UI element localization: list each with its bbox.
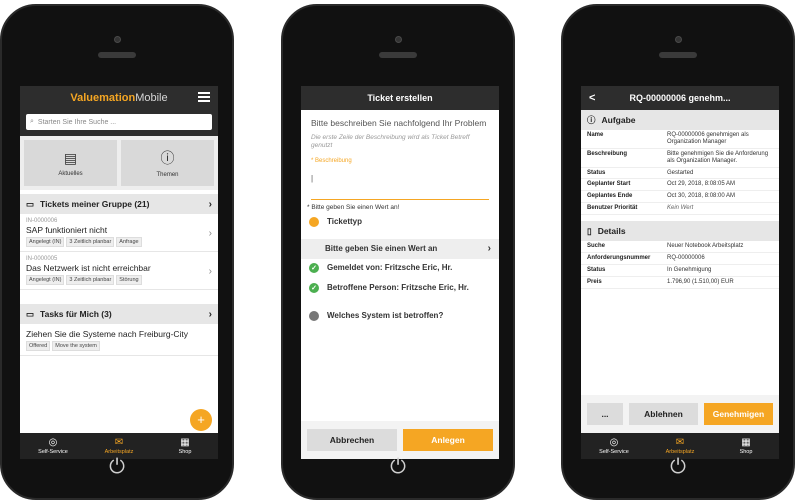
section-task-header: ⓘ Aufgabe [581, 110, 779, 130]
envelope-icon: ✉ [114, 437, 124, 448]
speaker [659, 52, 697, 58]
screen-home: ValuemationMobile ⌕ Starten Sie Ihre Suc… [20, 86, 218, 459]
form-prompt: Bitte beschreiben Sie nachfolgend Ihr Pr… [311, 118, 487, 128]
back-icon[interactable]: < [589, 92, 595, 104]
reject-button[interactable]: Ablehnen [629, 403, 698, 425]
action-bar: ... Ablehnen Genehmigen [581, 395, 779, 433]
validation-error: * Bitte geben Sie einen Wert an! [307, 203, 400, 211]
power-icon[interactable]: ⏻ [385, 454, 411, 480]
search-icon: ⌕ [30, 118, 34, 125]
chevron-right-icon: › [208, 308, 212, 320]
tile-aktuelles[interactable]: ▤ Aktuelles [24, 140, 117, 186]
chevron-right-icon: › [208, 198, 212, 210]
power-icon[interactable]: ⏻ [665, 454, 691, 480]
detail-row: Beschreibung Bitte genehmigen Sie die Anf… [581, 149, 779, 168]
app-header: ValuemationMobile [20, 86, 218, 110]
detail-row: Status Gestarted [581, 168, 779, 180]
menu-icon[interactable] [198, 92, 210, 102]
tag: Move the system [52, 341, 100, 351]
check-icon: ✓ [309, 282, 319, 293]
description-label: * Beschreibung [311, 157, 352, 164]
step-system[interactable]: Welches System ist betroffen? [301, 310, 499, 331]
camera [114, 36, 121, 43]
form-hint: Die erste Zeile der Beschreibung wird al… [311, 134, 470, 149]
step-pending-icon [309, 216, 319, 227]
detail-row: Benutzer Priorität Kein Wert [581, 203, 779, 216]
alert-icon: ⓘ [587, 115, 596, 125]
envelope-icon: ✉ [675, 437, 685, 448]
section-tasks-header[interactable]: ▭ Tasks für Mich (3) › [20, 304, 218, 324]
tag: Angelegt (IN) [26, 275, 65, 285]
speaker [98, 52, 136, 58]
tag: Störung [116, 275, 142, 285]
search-input[interactable]: ⌕ Starten Sie Ihre Suche ... [26, 114, 212, 130]
lifebuoy-icon: ◎ [609, 437, 619, 448]
section-tickets-header[interactable]: ▭ Tickets meiner Gruppe (21) › [20, 194, 218, 214]
cancel-button[interactable]: Abbrechen [307, 429, 397, 451]
nav-shop[interactable]: ▦ Shop [152, 433, 218, 459]
chevron-right-icon: › [208, 266, 212, 277]
task-item[interactable]: Ziehen Sie die Systeme nach Freiburg-Cit… [20, 324, 218, 356]
detail-row: Suche Neuer Notebook Arbeitsplatz [581, 241, 779, 254]
ticket-item[interactable]: IN-0000005 Das Netzwerk ist nicht erreic… [20, 252, 218, 290]
description-field[interactable]: | [311, 166, 489, 200]
phone-1: ValuemationMobile ⌕ Starten Sie Ihre Suc… [0, 4, 234, 500]
shop-icon: ▦ [741, 437, 751, 448]
app-header: < RQ-00000006 genehm... [581, 86, 779, 110]
add-button[interactable]: + [190, 409, 212, 431]
section-details-header: ▯ Details [581, 221, 779, 242]
ticket-item[interactable]: IN-0000006 SAP funktioniert nicht Angele… [20, 214, 218, 252]
page-title: RQ-00000006 genehm... [629, 93, 731, 103]
step-tickettyp: Tickettyp [301, 216, 499, 237]
detail-row: Name RQ-00000006 genehmigen als Organizat… [581, 130, 779, 149]
document-icon: ▯ [587, 225, 592, 236]
brand-logo: ValuemationMobile [70, 92, 168, 104]
chevron-right-icon: › [208, 228, 212, 239]
tag: 3 Zeitlich planbar [66, 275, 115, 285]
check-icon: ✓ [309, 262, 319, 273]
submit-button[interactable]: Anlegen [403, 429, 493, 451]
nav-self-service[interactable]: ◎ Self-Service [581, 433, 647, 459]
detail-row: Status In Genehmigung [581, 265, 779, 277]
detail-row: Geplanter Start Oct 29, 2018, 8:08:05 AM [581, 179, 779, 192]
newspaper-icon: ▤ [63, 149, 78, 166]
camera [675, 36, 682, 43]
screen-approval: < RQ-00000006 genehm... ⓘ Aufgabe Name RQ… [581, 86, 779, 459]
screen-create-ticket: Ticket erstellen Bitte beschreiben Sie n… [301, 86, 499, 459]
step-todo-icon [309, 310, 319, 321]
tag: Anfrage [116, 237, 142, 247]
task-icon: ▭ [26, 308, 35, 319]
shop-icon: ▦ [180, 437, 190, 448]
camera [395, 36, 402, 43]
ticket-icon: ▭ [26, 198, 35, 209]
step-gemeldet[interactable]: ✓ Gemeldet von: Fritzsche Eric, Hr. [301, 262, 499, 283]
detail-row: Geplantes Ende Oct 30, 2018, 8:08:00 AM [581, 191, 779, 204]
tickettyp-picker[interactable]: Bitte geben Sie einen Wert an › [301, 238, 499, 259]
page-title: Ticket erstellen [301, 86, 499, 110]
phone-3: < RQ-00000006 genehm... ⓘ Aufgabe Name RQ… [561, 4, 795, 500]
tag: Offered [26, 341, 51, 351]
step-betroffene-person[interactable]: ✓ Betroffene Person: Fritzsche Eric, Hr. [301, 282, 499, 311]
question-circle-icon: ⓘ [160, 150, 175, 166]
nav-shop[interactable]: ▦ Shop [713, 433, 779, 459]
more-button[interactable]: ... [587, 403, 623, 425]
nav-self-service[interactable]: ◎ Self-Service [20, 433, 86, 459]
tag: 3 Zeitlich planbar [66, 237, 115, 247]
detail-row: Anforderungsnummer RQ-00000006 [581, 253, 779, 265]
power-icon[interactable]: ⏻ [104, 454, 130, 480]
search-bar: ⌕ Starten Sie Ihre Suche ... [20, 110, 218, 136]
detail-row: Preis 1.796,90 (1.510,00) EUR [581, 277, 779, 289]
speaker [379, 52, 417, 58]
tile-themen[interactable]: ⓘ Themen [121, 140, 214, 186]
lifebuoy-icon: ◎ [48, 437, 58, 448]
tag: Angelegt (IN) [26, 237, 65, 247]
phone-2: Ticket erstellen Bitte beschreiben Sie n… [281, 4, 515, 500]
tile-row: ▤ Aktuelles ⓘ Themen [20, 136, 218, 190]
approve-button[interactable]: Genehmigen [704, 403, 773, 425]
chevron-right-icon: › [487, 243, 491, 255]
